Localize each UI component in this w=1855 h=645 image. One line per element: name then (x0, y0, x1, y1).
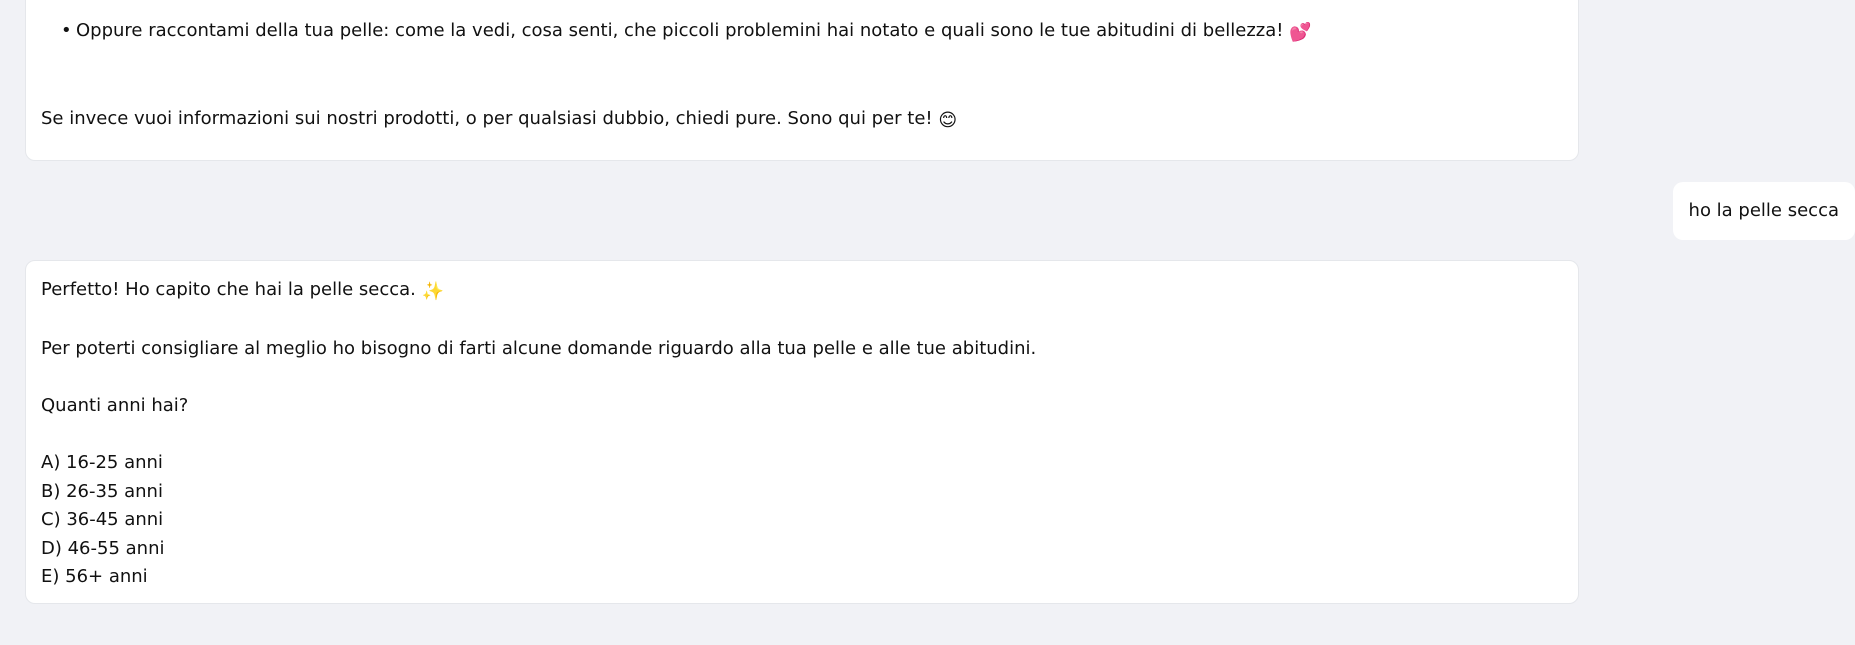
user-message: ho la pelle secca (1672, 182, 1855, 240)
intro-text: Per poterti consigliare al meglio ho bis… (41, 338, 1037, 359)
chat-thread: • Oppure raccontami della tua pelle: com… (0, 0, 1855, 645)
question-text: Quanti anni hai? (41, 395, 189, 416)
option-c: C) 36-45 anni (41, 509, 164, 530)
bullet-marker: • (61, 20, 72, 41)
assistant-message: Perfetto! Ho capito che hai la pelle sec… (25, 260, 1579, 604)
option-a: A) 16-25 anni (41, 452, 163, 473)
bullet-item: • Oppure raccontami della tua pelle: com… (61, 17, 1312, 48)
two-hearts-emoji-icon: 💕 (1289, 22, 1312, 43)
user-message-text: ho la pelle secca (1688, 200, 1839, 221)
answer-options: A) 16-25 anni B) 26-35 anni C) 36-45 ann… (41, 449, 1563, 592)
option-e: E) 56+ anni (41, 566, 148, 587)
smiling-face-emoji-icon: 😊 (938, 110, 958, 131)
greeting-text: Perfetto! Ho capito che hai la pelle sec… (41, 279, 416, 300)
option-b: B) 26-35 anni (41, 480, 163, 502)
sparkles-emoji-icon: ✨ (421, 281, 445, 302)
option-d: D) 46-55 anni (41, 537, 165, 559)
greeting-line: Perfetto! Ho capito che hai la pelle sec… (41, 276, 1563, 307)
closing-text: Se invece vuoi informazioni sui nostri p… (41, 105, 957, 136)
bullet-text: Oppure raccontami della tua pelle: come … (76, 20, 1284, 41)
assistant-message: • Oppure raccontami della tua pelle: com… (25, 0, 1579, 161)
closing-sentence: Se invece vuoi informazioni sui nostri p… (41, 108, 933, 129)
